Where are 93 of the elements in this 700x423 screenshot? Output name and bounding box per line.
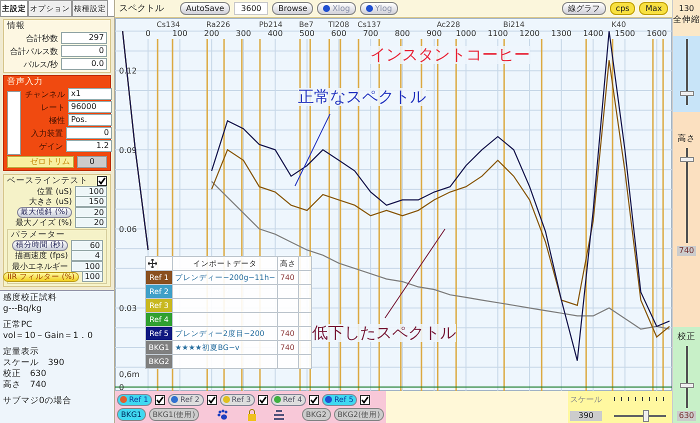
value-badge: 630 xyxy=(676,411,696,421)
checkbox[interactable] xyxy=(97,176,107,186)
move-icon xyxy=(148,259,157,268)
value-field[interactable]: 297 xyxy=(61,32,107,44)
value-field[interactable]: 100 xyxy=(82,271,103,282)
note-text: 校正 630 xyxy=(3,369,48,380)
group-title: ベースラインテスト xyxy=(7,176,88,186)
value-field[interactable]: 100 xyxy=(75,186,107,197)
axis-tick-label: 400 xyxy=(268,29,283,38)
group-title: パラメーター xyxy=(11,230,66,240)
axis-tick-label: 600 xyxy=(331,29,346,38)
note-text: サブマジ0の場合 xyxy=(3,396,72,407)
field-label: チャンネル xyxy=(25,88,65,100)
field-label: 合計秒数 xyxy=(26,32,58,44)
field-label: 最大ノイズ (%) xyxy=(16,217,72,228)
toggle-button[interactable]: cps xyxy=(610,2,636,15)
value-field[interactable]: 150 xyxy=(75,196,107,208)
checkbox[interactable] xyxy=(258,394,268,404)
note-text: 高さ 740 xyxy=(3,380,48,391)
axis-tick-label: 100 xyxy=(172,29,188,38)
slider-label: 高さ xyxy=(678,133,696,145)
field-label: 極性 xyxy=(49,114,65,126)
toolbar-button[interactable]: AutoSave xyxy=(180,2,230,15)
axis-tick-label: 1400 xyxy=(582,29,604,38)
axis-tick-label: 200 xyxy=(204,29,220,38)
field-label: ゲイン xyxy=(39,140,63,152)
checkbox[interactable] xyxy=(206,394,217,404)
note-text: 感度校正試料 xyxy=(3,293,58,304)
axis-tick-label: 1100 xyxy=(488,29,508,38)
checkbox[interactable] xyxy=(155,394,166,404)
lock-icon[interactable] xyxy=(246,408,256,420)
paw-icon[interactable] xyxy=(216,408,229,420)
axis-tick-label: 1300 xyxy=(551,29,572,38)
field-label: 位置 (uS) xyxy=(37,186,72,197)
value-field[interactable]: 4 xyxy=(71,250,103,262)
field-label: 描画速度 (fps) xyxy=(15,250,68,262)
axis-tick-label: 0.06 xyxy=(119,224,137,234)
checkbox[interactable] xyxy=(360,394,370,404)
note-text: 正常PC xyxy=(3,320,34,331)
axis-tick-label: 1200 xyxy=(519,29,540,38)
toolbar-button[interactable]: Browse xyxy=(272,2,314,15)
field-label: パルス/秒 xyxy=(23,58,58,70)
slider-label: スケール xyxy=(570,394,603,404)
group-title: 音声入力 xyxy=(7,77,44,87)
value-field[interactable]: 0 xyxy=(66,127,112,139)
panel-title: スペクトル xyxy=(119,3,164,15)
annotation-text: インスタントコーヒー xyxy=(370,46,530,64)
lines-icon[interactable] xyxy=(274,410,284,420)
axis-tick-label: 500 xyxy=(299,29,315,38)
value-field[interactable]: Pos. xyxy=(68,114,112,126)
dot-icon xyxy=(323,5,330,12)
axis-tick-label: 900 xyxy=(426,29,442,38)
field-label: 入力装置 xyxy=(31,128,63,138)
value-field[interactable]: 0.0 xyxy=(61,58,107,70)
toggle-button[interactable]: Max xyxy=(639,2,668,15)
zoom-label: 全伸縮 xyxy=(673,14,700,26)
dot-icon xyxy=(366,5,374,12)
value-field[interactable]: 100 xyxy=(71,260,103,272)
value-badge: 390 xyxy=(570,410,602,420)
note-text: g---Bq/kg xyxy=(3,304,43,315)
value-field[interactable]: 0 xyxy=(61,45,107,57)
axis-tick-label: 0.03 xyxy=(119,304,137,313)
value-field[interactable]: 20 xyxy=(75,206,107,218)
checkbox[interactable] xyxy=(309,394,320,404)
axis-tick-label: 700 xyxy=(362,29,378,38)
field-label: レート xyxy=(41,102,65,112)
axis-tick-label: 300 xyxy=(236,29,252,38)
axis-tick-label: 0 xyxy=(146,29,151,38)
value-badge: 740 xyxy=(676,246,696,256)
note-text: スケール 390 xyxy=(3,358,66,369)
axis-tick-label: 1600 xyxy=(646,29,667,38)
value-field[interactable]: 96000 xyxy=(68,101,112,113)
axis-note: 0,6m xyxy=(119,370,140,380)
group-title: 情報 xyxy=(7,21,26,31)
toolbar-button[interactable]: 線グラフ xyxy=(562,2,606,15)
value-field[interactable]: 60 xyxy=(71,240,103,251)
field-label: 最小エネルギー xyxy=(12,260,68,272)
field-label: 合計パルス数 xyxy=(10,46,58,56)
note-text: 定量表示 xyxy=(3,347,40,358)
value-field[interactable]: 20 xyxy=(75,217,107,228)
annotation-text: 低下したスペクトル xyxy=(312,324,456,342)
axis-tick-label: 1500 xyxy=(614,29,636,38)
note-text: vol＝10－Gain＝1．0 xyxy=(3,331,94,342)
slider-label: 校正 xyxy=(678,331,696,343)
value-field[interactable]: 1.2 xyxy=(66,140,112,152)
input-field[interactable]: 3600 xyxy=(234,2,268,15)
value-text: 130 xyxy=(678,4,694,13)
value-field[interactable]: x1 xyxy=(68,88,112,100)
field-label: 大きさ (uS) xyxy=(29,196,72,208)
axis-tick-label: 800 xyxy=(394,29,410,38)
value-field[interactable]: 0 xyxy=(77,156,107,168)
axis-tick-label: 1000 xyxy=(456,29,476,38)
annotation-text: 正常なスペクトル xyxy=(298,88,426,106)
